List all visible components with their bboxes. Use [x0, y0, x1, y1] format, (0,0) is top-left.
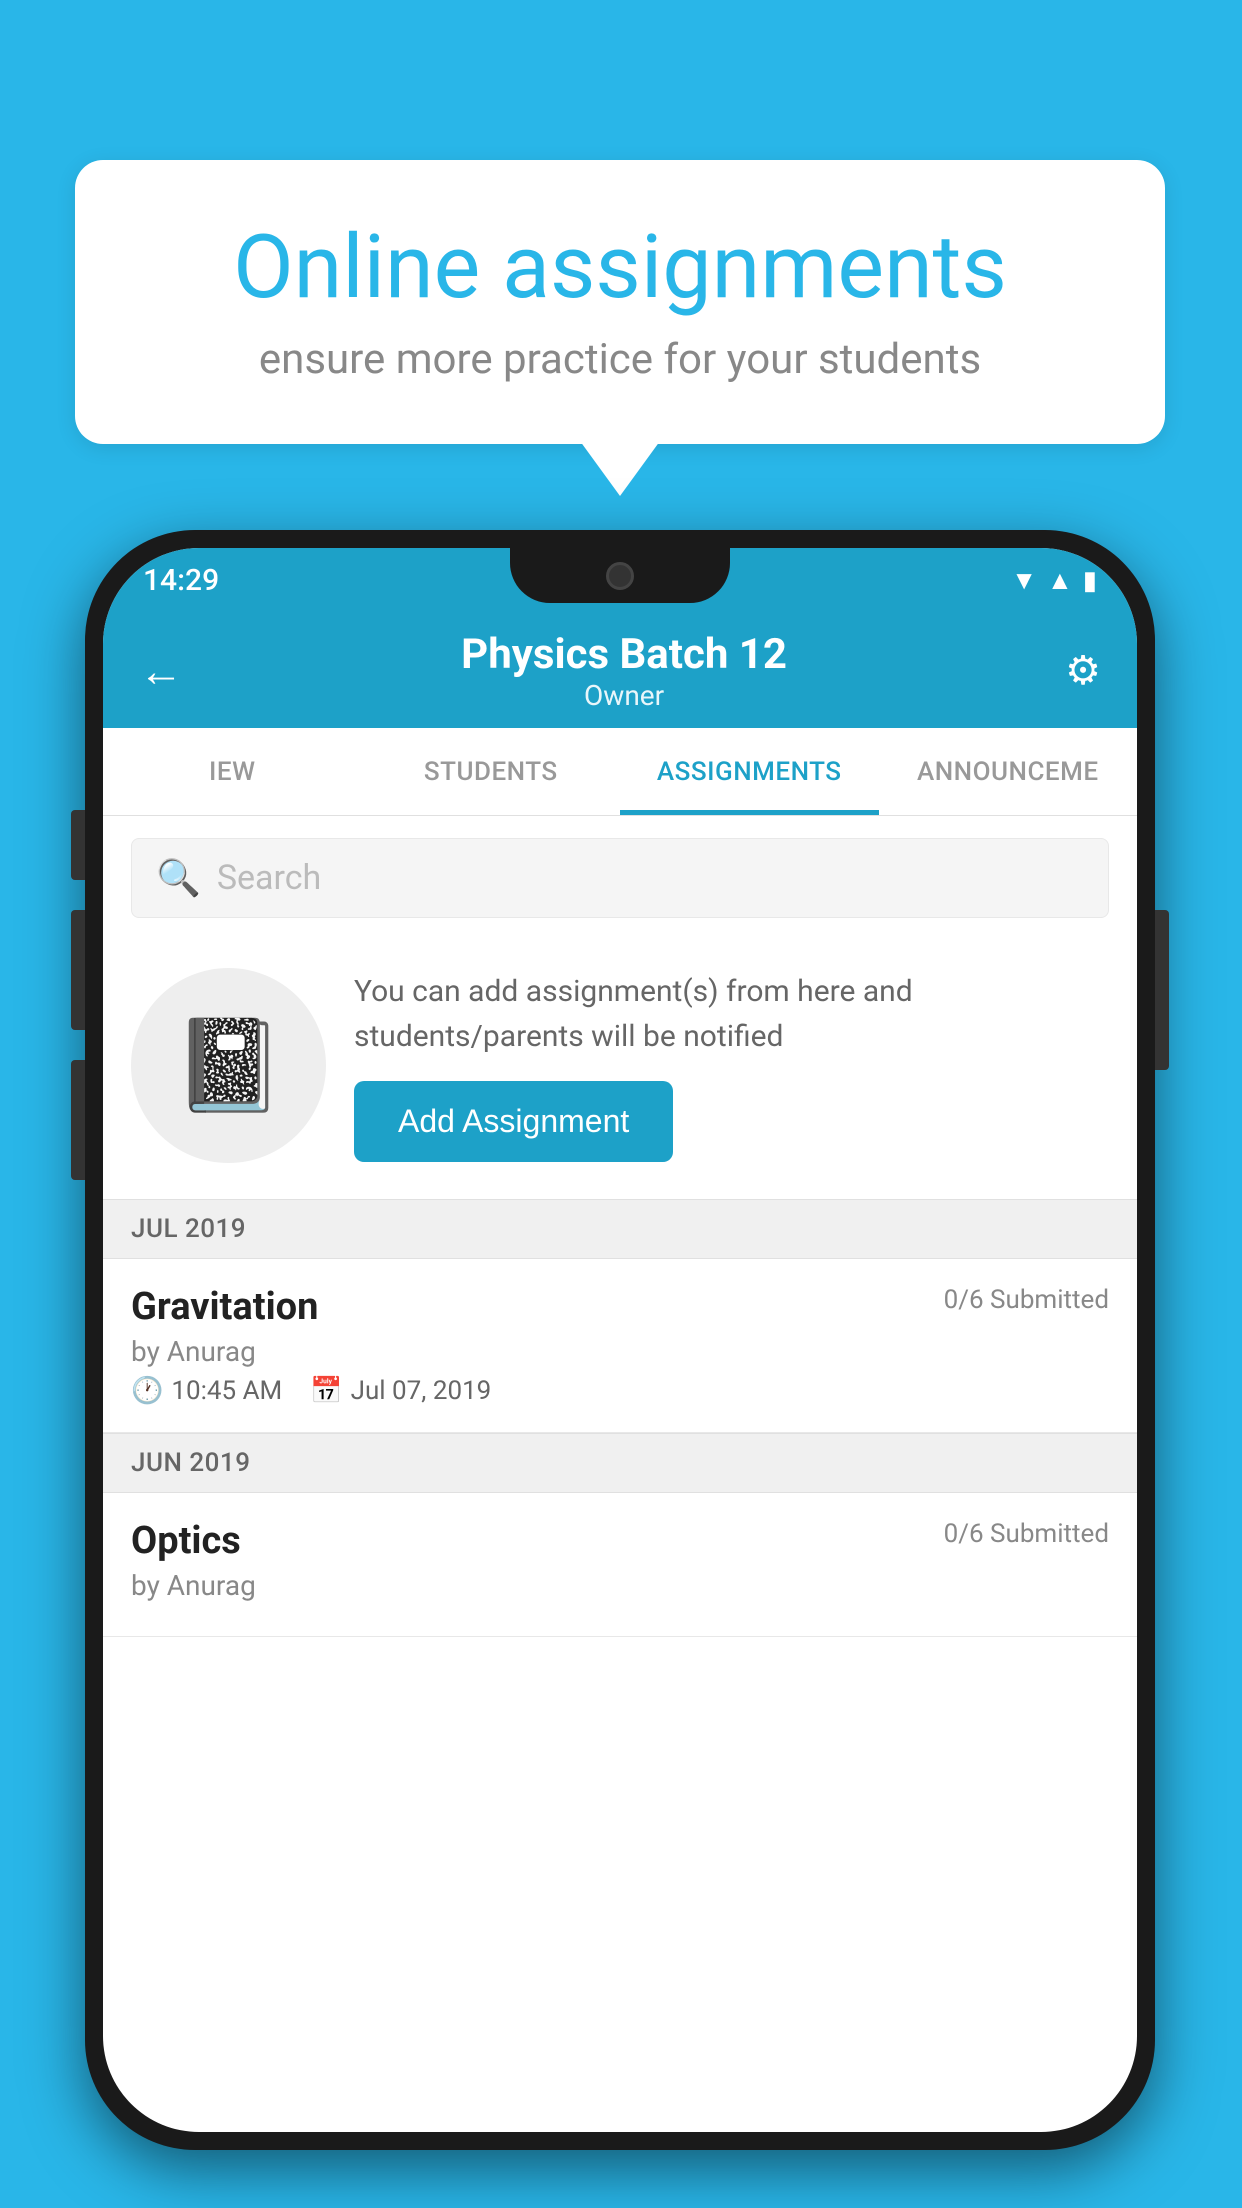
promo-section: 📓 You can add assignment(s) from here an…	[103, 940, 1137, 1199]
tab-students[interactable]: STUDENTS	[362, 728, 621, 815]
tab-announcements[interactable]: ANNOUNCEME	[879, 728, 1138, 815]
wifi-icon: ▼	[1011, 565, 1037, 596]
tabs-bar: IEW STUDENTS ASSIGNMENTS ANNOUNCEME	[103, 728, 1137, 816]
search-placeholder: Search	[217, 858, 321, 898]
bubble-title: Online assignments	[145, 220, 1095, 317]
section-header-jun: JUN 2019	[103, 1433, 1137, 1493]
header-subtitle: Owner	[461, 679, 787, 712]
tab-assignments[interactable]: ASSIGNMENTS	[620, 728, 879, 815]
status-icons: ▼ ▲ ▮	[1011, 565, 1097, 596]
status-time: 14:29	[143, 563, 219, 598]
signal-icon: ▲	[1047, 565, 1073, 596]
battery-icon: ▮	[1083, 566, 1097, 596]
app-header: ← Physics Batch 12 Owner ⚙	[103, 613, 1137, 728]
assignment-row-top: Gravitation 0/6 Submitted	[131, 1285, 1109, 1329]
phone-notch	[510, 548, 730, 603]
assignment-by-optics: by Anurag	[131, 1569, 1109, 1602]
assignment-row-top-optics: Optics 0/6 Submitted	[131, 1519, 1109, 1563]
promo-icon-circle: 📓	[131, 968, 326, 1163]
settings-button[interactable]: ⚙	[1065, 647, 1101, 694]
tab-iew[interactable]: IEW	[103, 728, 362, 815]
assignment-title-gravitation: Gravitation	[131, 1285, 318, 1329]
assignment-date-gravitation: 📅 Jul 07, 2019	[310, 1376, 491, 1406]
speech-bubble-container: Online assignments ensure more practice …	[75, 160, 1165, 444]
promo-right: You can add assignment(s) from here and …	[354, 969, 1109, 1162]
assignment-item-optics[interactable]: Optics 0/6 Submitted by Anurag	[103, 1493, 1137, 1637]
phone-side-button	[71, 810, 85, 880]
phone-power-button	[1155, 910, 1169, 1070]
assignment-by-gravitation: by Anurag	[131, 1335, 1109, 1368]
assignment-submitted-optics: 0/6 Submitted	[944, 1519, 1109, 1549]
phone-volume-down-button	[71, 1060, 85, 1180]
phone-volume-up-button	[71, 910, 85, 1030]
calendar-icon: 📅	[310, 1376, 342, 1406]
assignment-submitted-gravitation: 0/6 Submitted	[944, 1285, 1109, 1315]
assignment-title-optics: Optics	[131, 1519, 241, 1563]
assignment-item-gravitation[interactable]: Gravitation 0/6 Submitted by Anurag 🕐 10…	[103, 1259, 1137, 1433]
add-assignment-button[interactable]: Add Assignment	[354, 1081, 673, 1162]
header-title: Physics Batch 12	[461, 630, 787, 679]
clock-icon: 🕐	[131, 1376, 163, 1406]
phone-device: 14:29 ▼ ▲ ▮ ← Physics Batch 12 Owner ⚙	[85, 530, 1155, 2150]
search-bar[interactable]: 🔍 Search	[131, 838, 1109, 918]
promo-description: You can add assignment(s) from here and …	[354, 969, 1109, 1059]
notebook-icon: 📓	[172, 1013, 284, 1118]
assignment-meta-gravitation: 🕐 10:45 AM 📅 Jul 07, 2019	[131, 1376, 1109, 1406]
header-center: Physics Batch 12 Owner	[461, 630, 787, 712]
content-area: 🔍 Search 📓 You can add assignment(s) fro…	[103, 816, 1137, 1637]
speech-bubble: Online assignments ensure more practice …	[75, 160, 1165, 444]
search-icon: 🔍	[156, 857, 201, 899]
back-button[interactable]: ←	[139, 645, 183, 697]
section-header-jul: JUL 2019	[103, 1199, 1137, 1259]
assignment-time-gravitation: 🕐 10:45 AM	[131, 1376, 282, 1406]
bubble-subtitle: ensure more practice for your students	[145, 335, 1095, 384]
phone-camera	[606, 562, 634, 590]
